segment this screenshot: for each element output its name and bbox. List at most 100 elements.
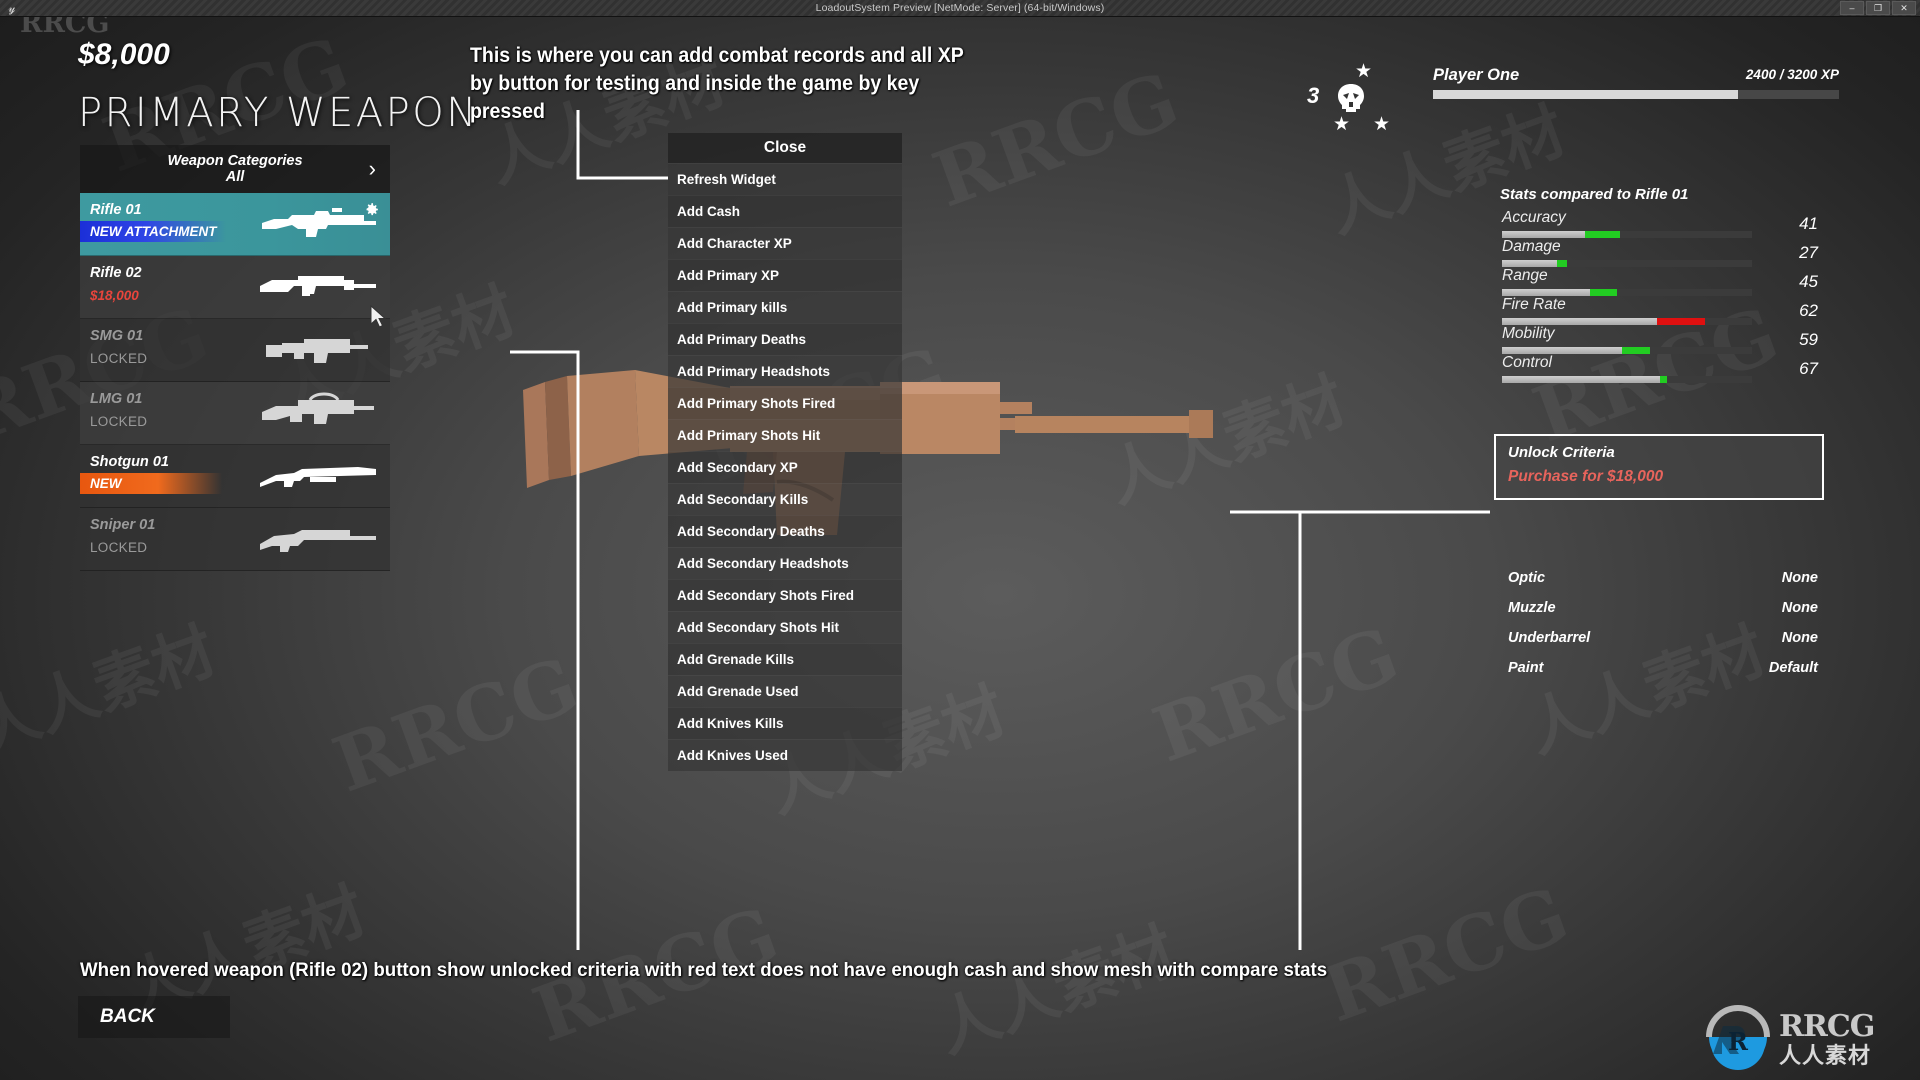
debug-item-add-secondary-deaths[interactable]: Add Secondary Deaths (668, 515, 902, 547)
mouse-cursor (370, 305, 387, 328)
smg-icon (266, 339, 368, 363)
attachment-row-optic[interactable]: Optic None (1508, 570, 1818, 600)
rrcg-mark-icon: R (1706, 1005, 1770, 1070)
debug-item-add-primary-shots-hit[interactable]: Add Primary Shots Hit (668, 419, 902, 451)
weapon-row-shotgun-01[interactable]: Shotgun 01 NEW (80, 445, 390, 508)
stat-label: Accuracy (1502, 209, 1566, 226)
weapon-name: SMG 01 (90, 328, 144, 344)
close-window-button[interactable]: ✕ (1892, 1, 1916, 15)
attachment-row-underbarrel[interactable]: Underbarrel None (1508, 630, 1818, 660)
debug-item-add-character-xp[interactable]: Add Character XP (668, 227, 902, 259)
weapon-categories-selector[interactable]: Weapon Categories All › (80, 145, 390, 193)
window-controls: – ❐ ✕ (1840, 1, 1916, 15)
stat-row-accuracy: Accuracy 41 (1500, 209, 1820, 239)
weapon-row-rifle-01[interactable]: Rifle 01 NEW ATTACHMENT (80, 193, 390, 256)
attachment-slot-label: Muzzle (1508, 600, 1556, 616)
weapon-row-lmg-01[interactable]: LMG 01 LOCKED (80, 382, 390, 445)
weapon-price: $18,000 (90, 288, 139, 303)
new-attachment-badge: NEW ATTACHMENT (80, 221, 227, 242)
weapon-lock-state: LOCKED (90, 540, 148, 555)
watermark-rrcg: RRCG (322, 639, 590, 810)
unlock-criteria-title: Unlock Criteria (1508, 444, 1615, 461)
watermark-rrcg: RRCG (1312, 869, 1580, 1040)
debug-item-add-secondary-kills[interactable]: Add Secondary Kills (668, 483, 902, 515)
window-title: LoadoutSystem Preview [NetMode: Server] … (815, 2, 1105, 14)
stat-bar (1502, 347, 1752, 354)
gear-icon[interactable] (363, 201, 380, 218)
attachment-row-muzzle[interactable]: Muzzle None (1508, 600, 1818, 630)
stat-bar (1502, 318, 1752, 325)
debug-item-add-primary-headshots[interactable]: Add Primary Headshots (668, 355, 902, 387)
stat-value: 62 (1799, 301, 1818, 320)
debug-item-add-grenade-kills[interactable]: Add Grenade Kills (668, 643, 902, 675)
watermark-cn: 人人素材 (0, 613, 225, 767)
weapon-name: LMG 01 (90, 391, 143, 407)
stat-bar (1502, 260, 1752, 267)
weapon-categories-value: All (225, 168, 245, 185)
stat-row-control: Control 67 (1500, 354, 1820, 384)
stats-title: Stats compared to Rifle 01 (1500, 186, 1689, 203)
debug-close-button[interactable]: Close (668, 133, 902, 163)
rrcg-logo-cn: 人人素材 (1779, 1044, 1872, 1069)
player-xp-text: 2400 / 3200 XP (1745, 67, 1839, 82)
attachment-slot-value: Default (1768, 660, 1818, 676)
debug-item-add-cash[interactable]: Add Cash (668, 195, 902, 227)
weapon-row-sniper-01[interactable]: Sniper 01 LOCKED (80, 508, 390, 571)
rank-star-icon: ★ (1355, 61, 1373, 82)
attachment-slot-value: None (1781, 600, 1818, 616)
stat-label: Mobility (1502, 325, 1555, 342)
stat-value: 41 (1799, 214, 1818, 233)
skull-icon (1338, 84, 1364, 112)
stat-bar (1502, 289, 1752, 296)
debug-item-add-secondary-xp[interactable]: Add Secondary XP (668, 451, 902, 483)
unlock-criteria-panel: Unlock Criteria Purchase for $18,000 (1494, 434, 1824, 500)
weapon-lock-state: LOCKED (90, 414, 148, 429)
stat-row-fire-rate: Fire Rate 62 (1500, 296, 1820, 326)
carbine-rifle-icon (260, 276, 376, 296)
stat-value: 45 (1799, 272, 1818, 291)
stat-label: Fire Rate (1502, 296, 1566, 313)
attachment-slot-label: Optic (1508, 570, 1546, 586)
weapon-name: Rifle 02 (90, 265, 142, 281)
debug-item-add-knives-used[interactable]: Add Knives Used (668, 739, 902, 771)
weapon-row-rifle-02[interactable]: Rifle 02 $18,000 (80, 256, 390, 319)
stat-label: Control (1502, 354, 1552, 371)
attachment-slot-label: Underbarrel (1508, 630, 1591, 646)
rank-star-icon: ★ (1373, 114, 1391, 135)
watermark-rrcg: RRCG (1142, 609, 1410, 780)
weapon-lock-state: LOCKED (90, 351, 148, 366)
debug-item-add-secondary-shots-fired[interactable]: Add Secondary Shots Fired (668, 579, 902, 611)
shotgun-icon (260, 467, 376, 487)
assault-rifle-icon (262, 208, 376, 237)
minimize-button[interactable]: – (1840, 1, 1864, 15)
lmg-icon (262, 392, 374, 424)
debug-item-add-primary-kills[interactable]: Add Primary kills (668, 291, 902, 323)
maximize-button[interactable]: ❐ (1866, 1, 1890, 15)
player-hud: 3 ★ ★ ★ Player One 2400 / 3200 XP (1285, 58, 1845, 138)
weapon-categories-label: Weapon Categories (167, 152, 303, 169)
annotation-bottom: When hovered weapon (Rifle 02) button sh… (80, 959, 1328, 981)
stat-row-mobility: Mobility 59 (1500, 325, 1820, 355)
stat-value: 59 (1799, 330, 1818, 349)
player-name: Player One (1433, 66, 1520, 84)
stat-bar (1502, 376, 1752, 383)
debug-item-add-primary-shots-fired[interactable]: Add Primary Shots Fired (668, 387, 902, 419)
debug-menu-panel: Close Refresh Widget Add Cash Add Charac… (668, 133, 902, 771)
debug-item-add-secondary-shots-hit[interactable]: Add Secondary Shots Hit (668, 611, 902, 643)
debug-item-add-knives-kills[interactable]: Add Knives Kills (668, 707, 902, 739)
debug-item-add-grenade-used[interactable]: Add Grenade Used (668, 675, 902, 707)
debug-item-add-primary-xp[interactable]: Add Primary XP (668, 259, 902, 291)
window-titlebar: 𝓎 LoadoutSystem Preview [NetMode: Server… (0, 0, 1920, 17)
stat-bar (1502, 231, 1752, 238)
new-badge: NEW (80, 473, 222, 494)
debug-item-add-secondary-headshots[interactable]: Add Secondary Headshots (668, 547, 902, 579)
weapon-row-smg-01[interactable]: SMG 01 LOCKED (80, 319, 390, 382)
back-button[interactable]: BACK (78, 996, 230, 1038)
stat-label: Damage (1502, 238, 1561, 255)
attachment-slot-value: None (1781, 630, 1818, 646)
attachment-row-paint[interactable]: Paint Default (1508, 660, 1818, 690)
debug-item-add-primary-deaths[interactable]: Add Primary Deaths (668, 323, 902, 355)
weapon-list: Weapon Categories All › Rifle 01 NEW ATT… (80, 145, 390, 571)
chevron-right-icon[interactable]: › (369, 158, 376, 180)
debug-item-refresh-widget[interactable]: Refresh Widget (668, 163, 902, 195)
